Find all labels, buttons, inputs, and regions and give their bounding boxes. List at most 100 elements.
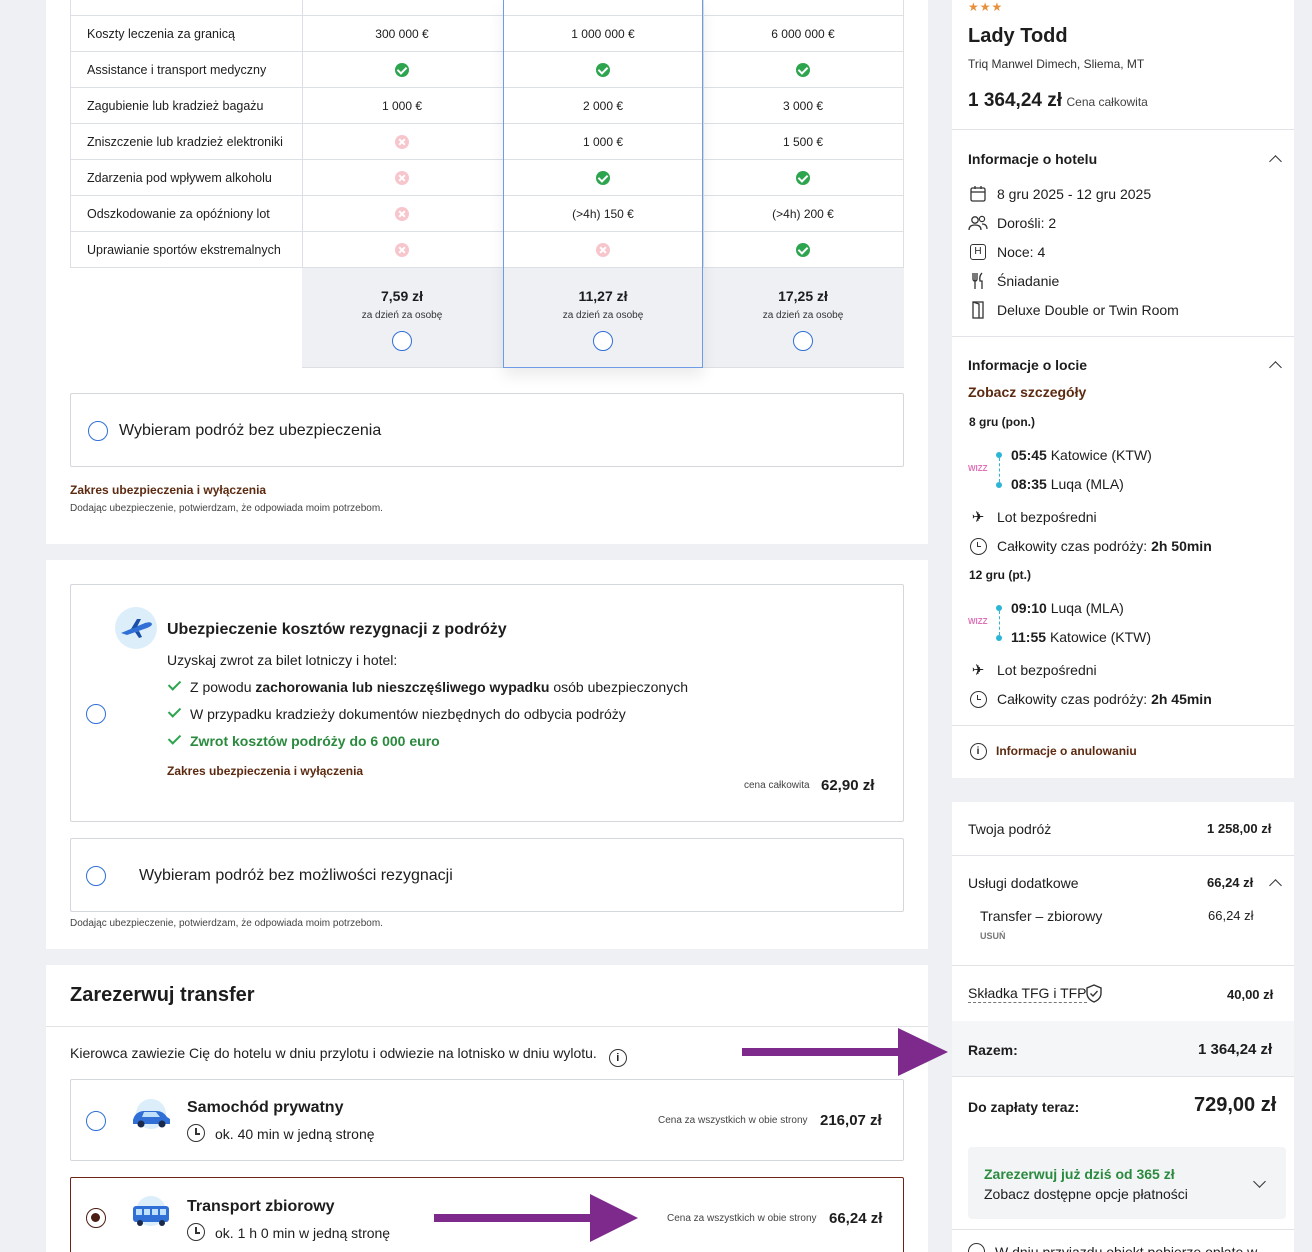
- total-label: Razem:: [968, 1042, 1018, 1058]
- check-icon: [167, 704, 182, 718]
- no-insurance-option[interactable]: Wybieram podróż bez ubezpieczenia: [70, 393, 904, 467]
- coverage-label: Odszkodowanie za opóźniony lot: [87, 207, 270, 221]
- transfer-option-private[interactable]: Samochód prywatny ok. 40 min w jedną str…: [70, 1079, 904, 1161]
- info-icon: [968, 1243, 985, 1252]
- hotel-icon: H: [968, 242, 988, 262]
- plan-radio[interactable]: [392, 331, 412, 351]
- transfer-private-price: 216,07 zł: [820, 1112, 882, 1129]
- clock-icon: [968, 536, 988, 556]
- plan-price: 7,59 zł: [380, 288, 424, 304]
- chevron-down-icon[interactable]: [1253, 1175, 1266, 1188]
- calendar-icon: [968, 184, 988, 204]
- hotel-price-row: 1 364,24 zł Cena całkowita: [968, 90, 1148, 112]
- check-circle-icon: [703, 232, 903, 268]
- plan-price-unit: za dzień za osobę: [762, 310, 844, 321]
- extras-value: 66,24 zł: [1207, 875, 1254, 890]
- flight-route-line: [996, 605, 1002, 641]
- hotel-info-title[interactable]: Informacje o hotelu: [968, 151, 1097, 167]
- outbound-departure: 05:45 Katowice (KTW): [1011, 447, 1152, 463]
- coverage-row: Zdarzenia pod wpływem alkoholu: [70, 160, 904, 196]
- airline-logo: WIZZ: [968, 617, 988, 626]
- cancellation-radio[interactable]: [86, 704, 106, 724]
- clock-icon: [187, 1124, 205, 1142]
- hotel-adults: Dorośli: 2: [997, 215, 1057, 231]
- info-icon[interactable]: i: [608, 1049, 627, 1067]
- no-cancellation-option[interactable]: Wybieram podróż bez możliwości rezygnacj…: [70, 838, 904, 912]
- tfg-label[interactable]: Składka TFG i TFP: [968, 985, 1087, 1003]
- transfer-shared-name: Transport zbiorowy: [187, 1198, 335, 1215]
- check-circle-icon: [703, 160, 903, 196]
- plan-price-cell[interactable]: 7,59 zł za dzień za osobę: [302, 268, 502, 368]
- cancellation-disclaimer: Dodając ubezpieczenie, potwierdzam, że o…: [70, 918, 383, 929]
- promo-subtitle: Zobacz dostępne opcje płatności: [984, 1186, 1188, 1202]
- shield-icon: [1085, 984, 1103, 1008]
- transfer-shared-price: 66,24 zł: [829, 1210, 883, 1227]
- coverage-row: Odszkodowanie za opóźniony lot (>4h) 150 …: [70, 196, 904, 232]
- plan-radio[interactable]: [793, 331, 813, 351]
- payment-options-banner[interactable]: Zarezerwuj już dziś od 365 zł Zobacz dos…: [968, 1147, 1286, 1219]
- coverage-value: 1 000 €: [381, 99, 423, 113]
- bus-icon: [129, 1194, 173, 1232]
- cancellation-info-link[interactable]: Informacje o anulowaniu: [996, 744, 1137, 758]
- transfer-shared-radio[interactable]: [86, 1208, 106, 1228]
- cancellation-bullet-2: W przypadku kradzieży dokumentów niezbęd…: [167, 704, 626, 722]
- plan-price-cell[interactable]: 11,27 zł za dzień za osobę: [503, 268, 703, 368]
- coverage-row: Koszty leczenia za granicą 300 000 €1 000…: [70, 16, 904, 52]
- coverage-label: Zagubienie lub kradzież bagażu: [87, 99, 264, 113]
- clock-icon: [187, 1223, 205, 1241]
- transfer-shared-price-label: Cena za wszystkich w obie strony: [667, 1213, 817, 1224]
- trip-label: Twoja podróż: [968, 821, 1052, 837]
- plan-price-cell[interactable]: 17,25 zł za dzień za osobę: [703, 268, 903, 368]
- insurance-disclaimer: Dodając ubezpieczenie, potwierdzam, że o…: [70, 503, 383, 514]
- clock-icon: [968, 689, 988, 709]
- flight-info-title[interactable]: Informacje o locie: [968, 357, 1087, 373]
- promo-title: Zarezerwuj już dziś od 365 zł: [984, 1166, 1175, 1182]
- remove-transfer-link[interactable]: USUŃ: [980, 931, 1006, 941]
- cross-circle-icon: [302, 196, 502, 232]
- check-icon: [167, 731, 182, 745]
- transfer-private-name: Samochód prywatny: [187, 1099, 344, 1116]
- cancellation-title: Ubezpieczenie kosztów rezygnacji z podró…: [167, 621, 507, 638]
- hotel-board: Śniadanie: [997, 273, 1060, 289]
- cancellation-option[interactable]: Ubezpieczenie kosztów rezygnacji z podró…: [70, 584, 904, 822]
- cross-circle-icon: [302, 160, 502, 196]
- coverage-row: Uprawianie sportów ekstremalnych: [70, 232, 904, 268]
- transfer-line-value: 66,24 zł: [1208, 908, 1254, 923]
- extras-label[interactable]: Usługi dodatkowe: [968, 875, 1079, 891]
- hotel-room: Deluxe Double or Twin Room: [997, 302, 1179, 318]
- coverage-label: Assistance i transport medyczny: [87, 63, 267, 77]
- annotation-arrow-transfer: [434, 1194, 638, 1242]
- hotel-nights: Noce: 4: [997, 244, 1046, 260]
- coverage-label: Koszty leczenia za granicą: [87, 27, 235, 41]
- outbound-date: 8 gru (pon.): [969, 415, 1035, 429]
- flight-route-line: [996, 452, 1002, 488]
- plane-icon: ✈: [971, 662, 985, 679]
- pay-now-label: Do zapłaty teraz:: [968, 1099, 1080, 1115]
- hotel-name: Lady Todd: [968, 25, 1068, 47]
- plan-radio[interactable]: [593, 331, 613, 351]
- no-cancellation-label: Wybieram podróż bez możliwości rezygnacj…: [139, 867, 453, 884]
- total-value: 1 364,24 zł: [1198, 1041, 1273, 1058]
- cancellation-price-label: cena całkowita: [744, 780, 810, 791]
- no-cancellation-radio[interactable]: [86, 866, 106, 886]
- no-insurance-radio[interactable]: [88, 421, 108, 441]
- cancellation-bullet-3: Zwrot kosztów podróży do 6 000 euro: [167, 731, 440, 749]
- users-icon: [968, 213, 988, 233]
- cancellation-bullet-1: Z powodu zachorowania lub nieszczęśliweg…: [167, 677, 688, 695]
- car-icon: [129, 1098, 173, 1134]
- hotel-price: 1 364,24 zł: [968, 90, 1063, 111]
- footer-note: W dniu przyjazdu obiekt pobierze opłatę …: [968, 1243, 1294, 1252]
- cancellation-scope-link[interactable]: Zakres ubezpieczenia i wyłączenia: [167, 764, 363, 778]
- coverage-label: Zniszczenie lub kradzież elektroniki: [87, 135, 283, 149]
- transfer-private-radio[interactable]: [86, 1111, 106, 1131]
- coverage-row: Assistance i transport medyczny: [70, 52, 904, 88]
- check-circle-icon: [703, 52, 903, 88]
- check-circle-icon: [302, 52, 502, 88]
- cancellation-price: 62,90 zł: [821, 777, 875, 794]
- hotel-stars: ★★★: [968, 0, 1004, 14]
- outbound-direct: Lot bezpośredni: [997, 509, 1097, 525]
- flight-details-link[interactable]: Zobacz szczegóły: [968, 384, 1086, 400]
- transfer-line-label: Transfer – zbiorowy: [980, 908, 1103, 924]
- insurance-scope-link[interactable]: Zakres ubezpieczenia i wyłączenia: [70, 483, 266, 497]
- annotation-arrow-total: [742, 1028, 948, 1076]
